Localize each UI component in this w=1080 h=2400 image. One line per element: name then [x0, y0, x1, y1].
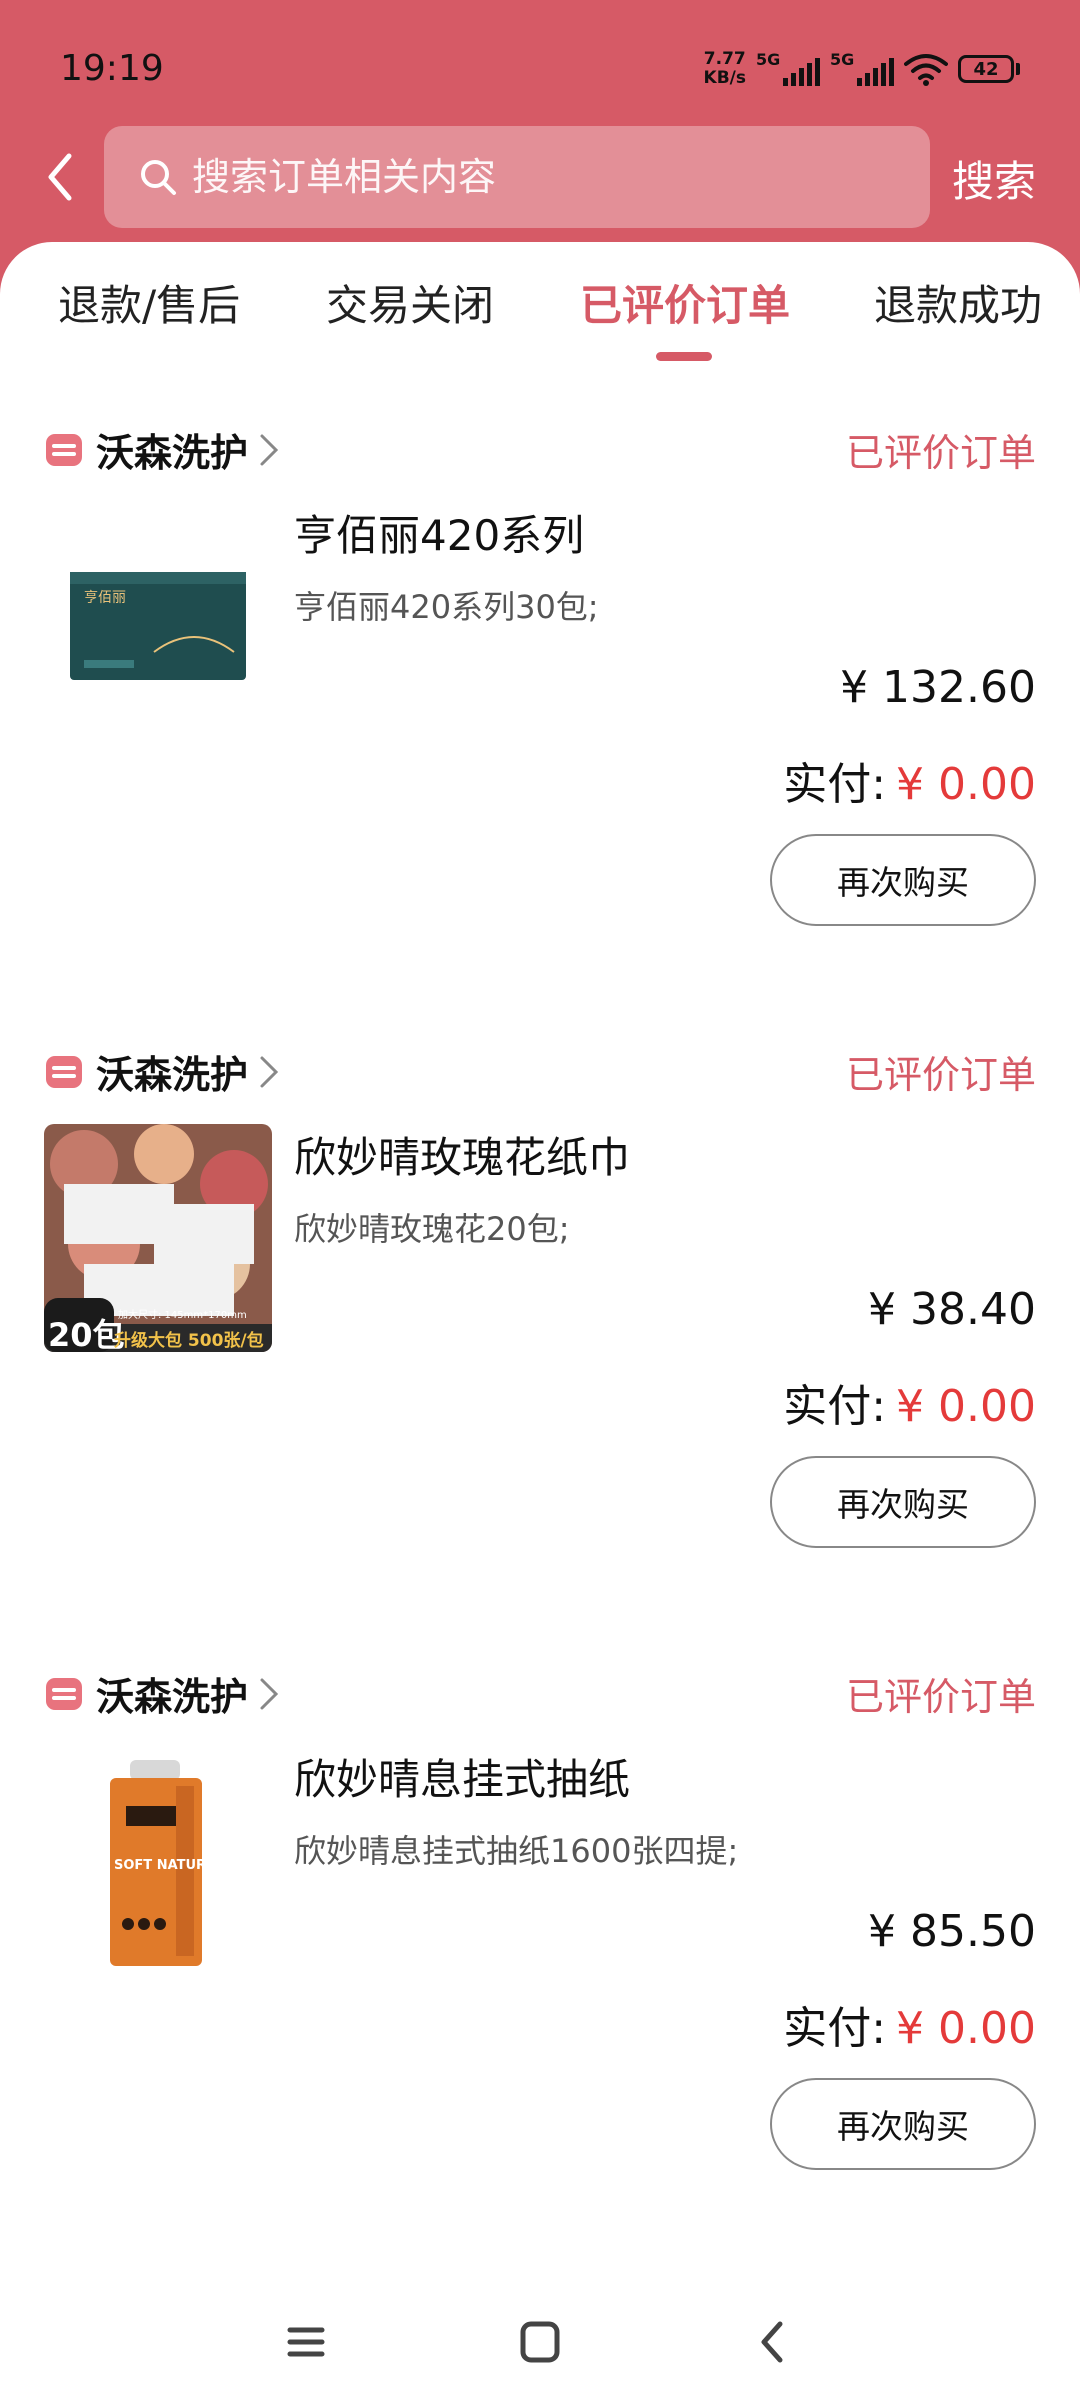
back-icon[interactable] — [744, 2314, 804, 2370]
search-header: 搜索 — [0, 126, 1080, 228]
search-input[interactable] — [192, 155, 892, 199]
wifi-icon — [904, 54, 948, 86]
system-nav-bar — [0, 2290, 1080, 2390]
signal-icon-sim2: 5G — [830, 50, 894, 86]
shop-name: 沃森洗护 — [96, 431, 249, 475]
shop-icon — [46, 433, 82, 466]
product-price: ¥ 85.50 — [868, 1906, 1036, 1957]
status-icons: 7.77 KB/s 5G 5G 42 — [704, 50, 1020, 88]
product-spec: 欣妙晴玫瑰花20包; — [294, 1210, 570, 1248]
product-image[interactable]: SOFT NATURE — [44, 1746, 272, 1974]
paid-value: ¥ 0.00 — [896, 2003, 1036, 2054]
shop-name: 沃森洗护 — [96, 1675, 249, 1719]
search-icon — [141, 160, 176, 195]
paid-label: 实付: — [783, 1381, 887, 1432]
order-tabs: 退款/售后 交易关闭 已评价订单 退款成功 — [0, 242, 1080, 362]
buy-again-button[interactable]: 再次购买 — [770, 834, 1036, 926]
shop-link[interactable]: 沃森洗护 — [44, 1044, 280, 1099]
order-status: 已评价订单 — [845, 1675, 1036, 1719]
paid-value: ¥ 0.00 — [896, 1381, 1036, 1432]
order-card: 沃森洗护 已评价订单 SOFT NATURE 欣妙晴息挂式抽纸 欣妙晴息挂式抽纸… — [0, 1666, 1080, 2266]
tab-refund-aftersale[interactable]: 退款/售后 — [58, 272, 240, 333]
order-card: 沃森洗护 已评价订单 亨佰丽 亨佰丽420系列 亨佰丽420系列30包; ¥ 1… — [0, 422, 1080, 1022]
product-price: ¥ 38.40 — [868, 1284, 1036, 1335]
tab-active-indicator — [656, 352, 712, 361]
product-spec: 亨佰丽420系列30包; — [294, 588, 599, 626]
product-image[interactable]: 20包 升级大包 500张/包 加大尺寸: 145mm*170mm — [44, 1124, 272, 1352]
shop-link[interactable]: 沃森洗护 — [44, 422, 280, 477]
signal-icon-sim1: 5G — [756, 50, 820, 86]
shop-icon — [46, 1055, 82, 1088]
search-box[interactable] — [104, 126, 930, 228]
tab-refund-success[interactable]: 退款成功 — [874, 272, 1042, 333]
tab-closed[interactable]: 交易关闭 — [326, 272, 494, 333]
shop-name: 沃森洗护 — [96, 1053, 249, 1097]
svg-text:亨佰丽: 亨佰丽 — [84, 589, 126, 606]
back-button[interactable] — [40, 150, 80, 204]
shop-link[interactable]: 沃森洗护 — [44, 1666, 280, 1721]
back-arrow-icon — [48, 153, 72, 201]
paid-amount: 实付: ¥ 0.00 — [783, 748, 1036, 812]
battery-icon: 42 — [958, 55, 1020, 83]
product-title[interactable]: 欣妙晴玫瑰花纸巾 — [294, 1124, 630, 1185]
product-price: ¥ 132.60 — [840, 662, 1036, 713]
order-status: 已评价订单 — [845, 431, 1036, 475]
image-size-text: 加大尺寸: 145mm*170mm — [118, 1310, 247, 1321]
order-card: 沃森洗护 已评价订单 20包 升级大包 500张/包 加大尺寸: 145mm*1… — [0, 1044, 1080, 1644]
product-title[interactable]: 欣妙晴息挂式抽纸 — [294, 1746, 630, 1807]
shop-icon — [46, 1677, 82, 1710]
paid-label: 实付: — [783, 2003, 887, 2054]
menu-icon[interactable] — [276, 2314, 336, 2370]
paid-label: 实付: — [783, 759, 887, 810]
product-title[interactable]: 亨佰丽420系列 — [294, 502, 584, 563]
chevron-right-icon — [260, 1056, 279, 1087]
chevron-right-icon — [260, 434, 279, 465]
product-spec: 欣妙晴息挂式抽纸1600张四提; — [294, 1832, 739, 1870]
image-brand-text: SOFT NATURE — [114, 1858, 215, 1873]
image-banner-text: 升级大包 500张/包 — [114, 1331, 264, 1351]
paid-value: ¥ 0.00 — [896, 759, 1036, 810]
buy-again-button[interactable]: 再次购买 — [770, 2078, 1036, 2170]
status-bar: 19:19 7.77 KB/s 5G 5G 42 — [0, 0, 1080, 130]
network-speed: 7.77 KB/s — [703, 49, 746, 88]
chevron-right-icon — [260, 1678, 279, 1709]
status-time: 19:19 — [60, 48, 164, 89]
tab-reviewed[interactable]: 已评价订单 — [580, 272, 790, 333]
buy-again-button[interactable]: 再次购买 — [770, 1456, 1036, 1548]
search-button[interactable]: 搜索 — [952, 148, 1036, 209]
product-image[interactable]: 亨佰丽 — [44, 502, 272, 730]
home-icon[interactable] — [510, 2314, 570, 2370]
order-status: 已评价订单 — [845, 1053, 1036, 1097]
paid-amount: 实付: ¥ 0.00 — [783, 1992, 1036, 2056]
content-sheet: 退款/售后 交易关闭 已评价订单 退款成功 沃森洗护 已评价订单 亨佰丽 亨佰丽… — [0, 242, 1080, 2400]
paid-amount: 实付: ¥ 0.00 — [783, 1370, 1036, 1434]
